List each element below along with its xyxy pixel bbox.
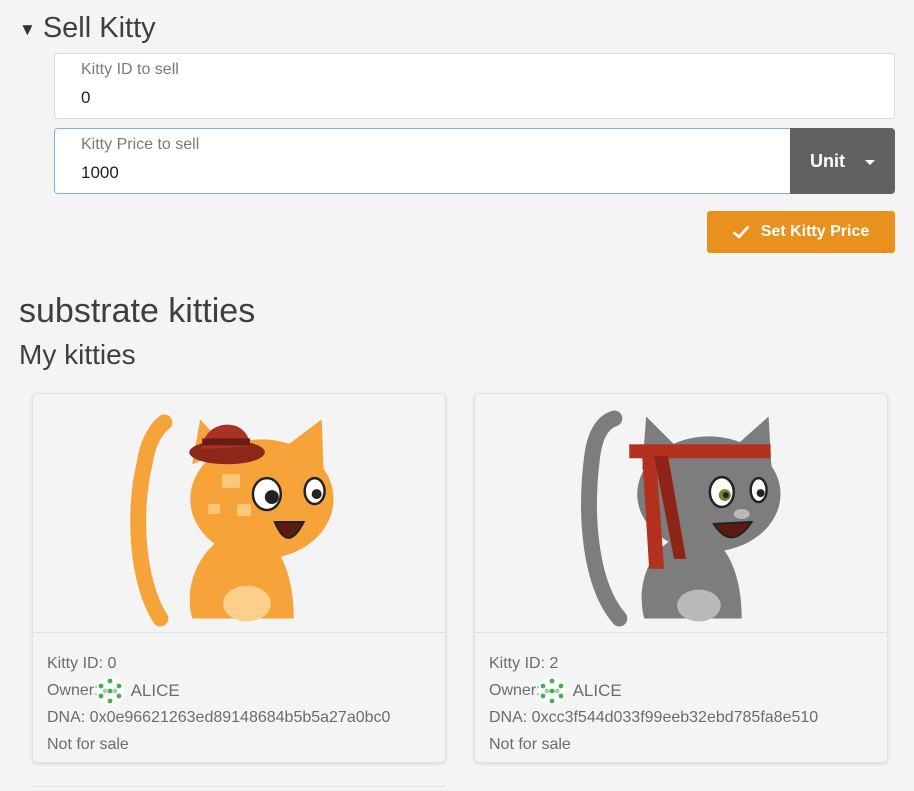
kitty-price-value[interactable]: 1000: [81, 163, 119, 183]
set-kitty-price-label: Set Kitty Price: [760, 223, 870, 240]
set-kitty-price-button[interactable]: Set Kitty Price: [707, 211, 895, 253]
check-icon: [732, 225, 749, 238]
gray-kitty-image: [581, 410, 781, 627]
kitty-card[interactable]: Kitty ID: 2 Owner: ALICE DNA: 0xcc3f544d…: [474, 393, 888, 763]
owner-name: ALICE: [130, 681, 180, 700]
kitty-id-label: Kitty ID to sell: [81, 61, 179, 78]
owner-row: Owner: ALICE: [47, 676, 390, 706]
kitty-id-value[interactable]: 0: [81, 88, 90, 108]
my-kitties-title: My kitties: [19, 339, 136, 370]
sell-kitty-title: Sell Kitty: [42, 12, 156, 44]
dna-text: DNA: 0x0e96621263ed89148684b5b5a27a0bc0: [47, 708, 391, 726]
kitty-card[interactable]: Kitty ID: 0 Owner: ALICE DNA: 0x0e966212…: [32, 393, 446, 763]
card-divider: [475, 632, 887, 633]
identicon-icon[interactable]: [537, 676, 567, 706]
collapse-triangle-icon[interactable]: ▼: [19, 20, 36, 40]
unit-dropdown-label: Unit: [810, 150, 845, 171]
owner-label: Owner:: [489, 681, 541, 699]
identicon-icon[interactable]: [95, 676, 125, 706]
kitty-price-field[interactable]: Kitty Price to sell 1000: [54, 128, 791, 194]
kitty-id-field[interactable]: Kitty ID to sell 0: [54, 53, 895, 119]
kitty-price-label: Kitty Price to sell: [81, 136, 200, 153]
sale-status: Not for sale: [489, 735, 571, 753]
sell-kitty-header[interactable]: ▼ Sell Kitty: [19, 12, 156, 45]
kitty-details: Kitty ID: 2 Owner: ALICE DNA: 0xcc3f544d…: [489, 650, 818, 758]
unit-dropdown[interactable]: Unit: [790, 128, 895, 194]
caret-down-icon: [865, 159, 875, 165]
dna-text: DNA: 0xcc3f544d033f99eeb32ebd785fa8e510: [489, 708, 819, 726]
kitty-id-text: Kitty ID: 0: [47, 654, 117, 672]
owner-name: ALICE: [572, 681, 622, 700]
card-divider: [33, 632, 445, 633]
sale-status: Not for sale: [47, 735, 129, 753]
kitty-details: Kitty ID: 0 Owner: ALICE DNA: 0x0e966212…: [47, 650, 390, 758]
orange-kitty-image: [130, 414, 334, 627]
owner-row: Owner: ALICE: [489, 676, 818, 706]
kitty-id-text: Kitty ID: 2: [489, 654, 559, 672]
owner-label: Owner:: [47, 681, 99, 699]
app-title: substrate kitties: [19, 292, 256, 330]
next-kitty-card-edge: [32, 786, 446, 791]
